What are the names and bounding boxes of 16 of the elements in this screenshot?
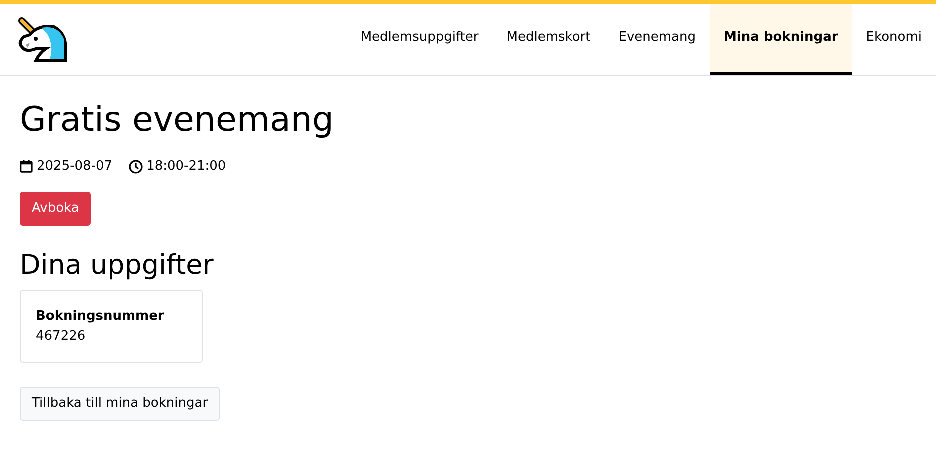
clock-icon: [128, 160, 143, 174]
calendar-icon: [20, 160, 33, 174]
back-button[interactable]: Tillbaka till mina bokningar: [20, 387, 220, 421]
cancel-booking-button[interactable]: Avboka: [20, 192, 92, 226]
field-label: Bokningsnummer: [36, 308, 166, 326]
field-value: 467226: [36, 328, 87, 346]
nav-tab[interactable]: Mina bokningar: [710, 4, 852, 75]
nav-tab[interactable]: Ekonomi: [852, 4, 936, 75]
nav-tab[interactable]: Medlemsuppgifter: [346, 4, 493, 75]
event-date: 2025-08-07: [37, 158, 113, 176]
nav-tab[interactable]: Evenemang: [604, 4, 710, 75]
event-time: 18:00-21:00: [146, 158, 226, 176]
section-heading: Dina uppgifter: [20, 250, 215, 282]
unicorn-logo[interactable]: [16, 14, 68, 64]
page-title: Gratis evenemang: [20, 100, 335, 141]
nav-tab[interactable]: Medlemskort: [492, 4, 605, 75]
